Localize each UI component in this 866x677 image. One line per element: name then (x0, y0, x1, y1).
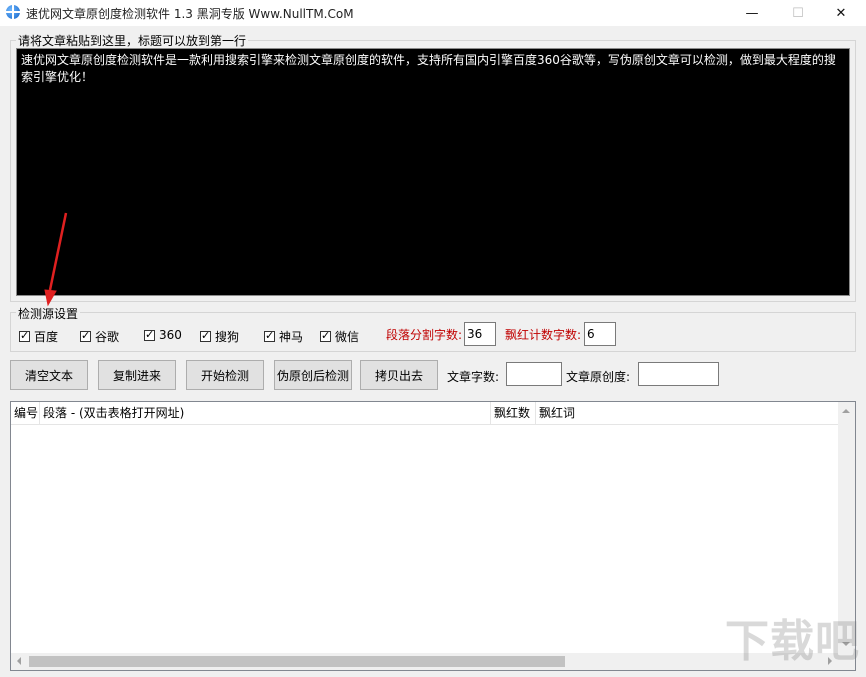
checkbox-check-icon[interactable] (144, 328, 155, 341)
split-count-label: 段落分割字数: (386, 328, 463, 342)
source-checkbox-4[interactable]: 搜狗 (200, 328, 239, 345)
checkbox-check-icon[interactable] (200, 329, 211, 342)
paste-in-button[interactable]: 复制进来 (98, 360, 176, 390)
checkbox-check-icon[interactable] (80, 329, 91, 342)
minimize-icon: — (745, 5, 759, 21)
originality-label: 文章原创度: (566, 370, 631, 384)
article-group-label: 请将文章粘贴到这里，标题可以放到第一行 (16, 32, 249, 49)
source-group-label: 检测源设置 (16, 305, 81, 322)
scroll-up-icon[interactable] (842, 409, 850, 413)
red-count-label: 飘红计数字数: (505, 328, 582, 342)
maximize-icon: ☐ (792, 5, 804, 21)
close-button[interactable]: ✕ (818, 0, 864, 26)
column-header-red-count[interactable]: 飘红数 (491, 402, 536, 424)
split-count-input[interactable] (464, 322, 496, 346)
source-checkbox-3[interactable]: 360 (144, 328, 182, 342)
source-checkbox-1[interactable]: 百度 (19, 328, 58, 345)
source-checkbox-label: 谷歌 (95, 330, 120, 344)
source-checkbox-label: 百度 (34, 330, 59, 344)
word-count-label: 文章字数: (447, 370, 500, 384)
source-checkbox-5[interactable]: 神马 (264, 328, 303, 345)
article-textarea[interactable]: 速优网文章原创度检测软件是一款利用搜索引擎来检测文章原创度的软件，支持所有国内引… (16, 48, 850, 296)
checkbox-check-icon[interactable] (19, 329, 30, 342)
window-title: 速优网文章原创度检测软件 1.3 黑洞专版 Www.NullTM.CoM (26, 7, 354, 21)
column-header-paragraph[interactable]: 段落 - (双击表格打开网址) (40, 402, 491, 424)
column-header-id[interactable]: 编号 (11, 402, 40, 424)
watermark-logo: 下载吧 (725, 616, 860, 667)
source-checkbox-label: 微信 (335, 330, 360, 344)
pseudo-original-detect-button[interactable]: 伪原创后检测 (274, 360, 352, 390)
horizontal-scrollbar[interactable] (11, 653, 838, 670)
word-count-field[interactable] (506, 362, 562, 386)
source-checkbox-2[interactable]: 谷歌 (80, 328, 119, 345)
source-checkbox-label: 搜狗 (215, 330, 240, 344)
scroll-left-icon[interactable] (17, 657, 21, 665)
maximize-button[interactable]: ☐ (775, 0, 821, 26)
source-checkbox-6[interactable]: 微信 (320, 328, 359, 345)
horizontal-scroll-thumb[interactable] (29, 656, 565, 667)
minimize-button[interactable]: — (729, 0, 775, 26)
source-checkbox-label: 360 (159, 328, 182, 342)
column-header-red-words[interactable]: 飘红词 (536, 402, 837, 424)
copy-out-button[interactable]: 拷贝出去 (360, 360, 438, 390)
checkbox-check-icon[interactable] (320, 329, 331, 342)
start-detect-button[interactable]: 开始检测 (186, 360, 264, 390)
close-icon: ✕ (835, 5, 847, 21)
table-header: 编号 段落 - (双击表格打开网址) 飘红数 飘红词 (11, 402, 855, 425)
title-bar: 速优网文章原创度检测软件 1.3 黑洞专版 Www.NullTM.CoM — ☐… (0, 0, 866, 26)
originality-field[interactable] (638, 362, 719, 386)
red-count-input[interactable] (584, 322, 616, 346)
clear-text-button[interactable]: 清空文本 (10, 360, 88, 390)
source-checkbox-label: 神马 (279, 330, 304, 344)
app-globe-icon (6, 5, 20, 19)
checkbox-check-icon[interactable] (264, 329, 275, 342)
